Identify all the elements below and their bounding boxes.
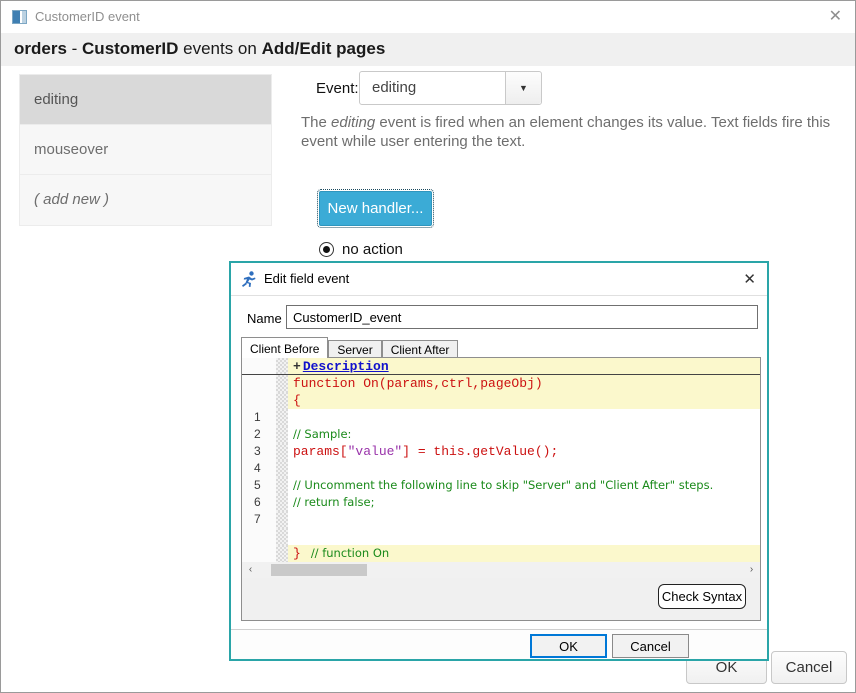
- event-list-item-add-new[interactable]: ( add new ): [20, 175, 271, 225]
- expand-icon[interactable]: +: [293, 359, 301, 374]
- scrollbar-thumb[interactable]: [271, 564, 367, 576]
- line-number: 3: [242, 443, 276, 460]
- radio-selected-icon[interactable]: [319, 242, 334, 257]
- page-title-mid: events on: [178, 39, 261, 58]
- line-number: 7: [242, 511, 276, 528]
- name-label: Name: [247, 311, 282, 326]
- event-description-em: editing: [331, 114, 375, 131]
- code-line-1[interactable]: 1: [242, 409, 760, 426]
- dialog-title-bar: Edit field event ✕: [231, 263, 767, 296]
- dialog-footer: OK Cancel: [231, 629, 767, 659]
- horizontal-scrollbar[interactable]: ‹ ›: [242, 562, 760, 578]
- tab-client-before[interactable]: Client Before: [241, 337, 328, 358]
- editor-gutter-cell: [242, 358, 276, 374]
- code-line-4[interactable]: 4: [242, 460, 760, 477]
- line-number: 5: [242, 477, 276, 494]
- event-combobox-value: editing: [360, 72, 505, 104]
- editor-open-brace-row: {: [242, 392, 760, 409]
- scrollbar-track[interactable]: [259, 562, 743, 578]
- chevron-down-icon[interactable]: ▼: [505, 72, 541, 104]
- name-input[interactable]: [286, 305, 758, 329]
- app-icon-right: [22, 11, 26, 23]
- code-editor[interactable]: +Description function On(params,ctrl,pag…: [242, 358, 760, 578]
- event-description-post: event is fired when an element changes i…: [301, 114, 830, 150]
- scroll-right-icon[interactable]: ›: [743, 562, 760, 578]
- line-number: 4: [242, 460, 276, 477]
- event-list: editing mouseover ( add new ): [19, 74, 272, 226]
- event-list-item-editing[interactable]: editing: [20, 75, 271, 125]
- editor-description-cell: +Description: [288, 358, 760, 374]
- comment-return-false[interactable]: // return false;: [293, 495, 374, 509]
- page-title-field: CustomerID: [82, 39, 178, 58]
- new-handler-button[interactable]: New handler...: [319, 191, 432, 226]
- page-title-pages: Add/Edit pages: [262, 39, 386, 58]
- app-icon: [12, 10, 27, 24]
- check-syntax-button[interactable]: Check Syntax: [658, 584, 746, 609]
- comment-uncomment[interactable]: // Uncomment the following line to skip …: [293, 478, 713, 492]
- code-params-close[interactable]: ] = this.getValue();: [402, 444, 558, 459]
- line-number: 6: [242, 494, 276, 511]
- close-comment: // function On: [311, 546, 389, 560]
- event-description: The editing event is fired when an eleme…: [301, 113, 836, 151]
- event-combobox[interactable]: editing ▼: [359, 71, 542, 105]
- tab-panel-client-before: +Description function On(params,ctrl,pag…: [241, 357, 761, 621]
- close-icon[interactable]: ✕: [829, 7, 842, 27]
- event-list-item-mouseover[interactable]: mouseover: [20, 125, 271, 175]
- page-title-sep: -: [67, 39, 82, 58]
- edit-field-event-dialog: Edit field event ✕ Name Client Before Se…: [229, 261, 769, 661]
- code-line-2[interactable]: 2 // Sample:: [242, 426, 760, 443]
- radio-dot: [323, 246, 330, 253]
- app-icon-left: [13, 11, 20, 23]
- editor-margin-stipple: [276, 358, 288, 374]
- code-line-6[interactable]: 6 // return false;: [242, 494, 760, 511]
- code-line-3[interactable]: 3 params["value"] = this.getValue();: [242, 443, 760, 460]
- tab-server[interactable]: Server: [328, 340, 381, 358]
- code-params-open[interactable]: params[: [293, 444, 348, 459]
- editor-function-row: function On(params,ctrl,pageObj): [242, 375, 760, 392]
- dialog-close-icon[interactable]: ✕: [743, 270, 756, 288]
- runner-icon: [240, 270, 258, 288]
- scroll-left-icon[interactable]: ‹: [242, 562, 259, 578]
- code-line-7[interactable]: 7: [242, 511, 760, 528]
- header-band: orders - CustomerID events on Add/Edit p…: [1, 33, 855, 66]
- page-title-table: orders: [14, 39, 67, 58]
- no-action-radio-label: no action: [342, 241, 403, 258]
- editor-description-row: +Description: [242, 358, 760, 375]
- window-title: CustomerID event: [35, 9, 140, 24]
- code-spacer-row: [242, 528, 760, 545]
- line-number: 1: [242, 409, 276, 426]
- tab-client-after[interactable]: Client After: [382, 340, 459, 358]
- app-window: CustomerID event ✕ orders - CustomerID e…: [0, 0, 856, 693]
- name-row: Name: [231, 305, 767, 331]
- title-bar: CustomerID event ✕: [1, 1, 855, 33]
- page-title: orders - CustomerID events on Add/Edit p…: [14, 39, 385, 59]
- code-line-5[interactable]: 5 // Uncomment the following line to ski…: [242, 477, 760, 494]
- open-brace: {: [288, 392, 760, 409]
- editor-close-brace-row: } // function On: [242, 545, 760, 562]
- no-action-radio-row[interactable]: no action: [319, 241, 403, 258]
- close-brace: }: [293, 546, 301, 561]
- event-label: Event:: [316, 80, 359, 97]
- dialog-tabs: Client Before Server Client After: [241, 337, 458, 358]
- line-number: 2: [242, 426, 276, 443]
- main-cancel-button[interactable]: Cancel: [771, 651, 847, 684]
- dialog-cancel-button[interactable]: Cancel: [612, 634, 689, 658]
- code-string-value[interactable]: "value": [348, 444, 403, 459]
- function-signature: function On(params,ctrl,pageObj): [288, 375, 760, 392]
- description-link[interactable]: Description: [303, 359, 389, 374]
- event-description-pre: The: [301, 114, 331, 131]
- dialog-title: Edit field event: [264, 271, 349, 286]
- dialog-ok-button[interactable]: OK: [530, 634, 607, 658]
- comment-sample[interactable]: // Sample:: [293, 427, 351, 441]
